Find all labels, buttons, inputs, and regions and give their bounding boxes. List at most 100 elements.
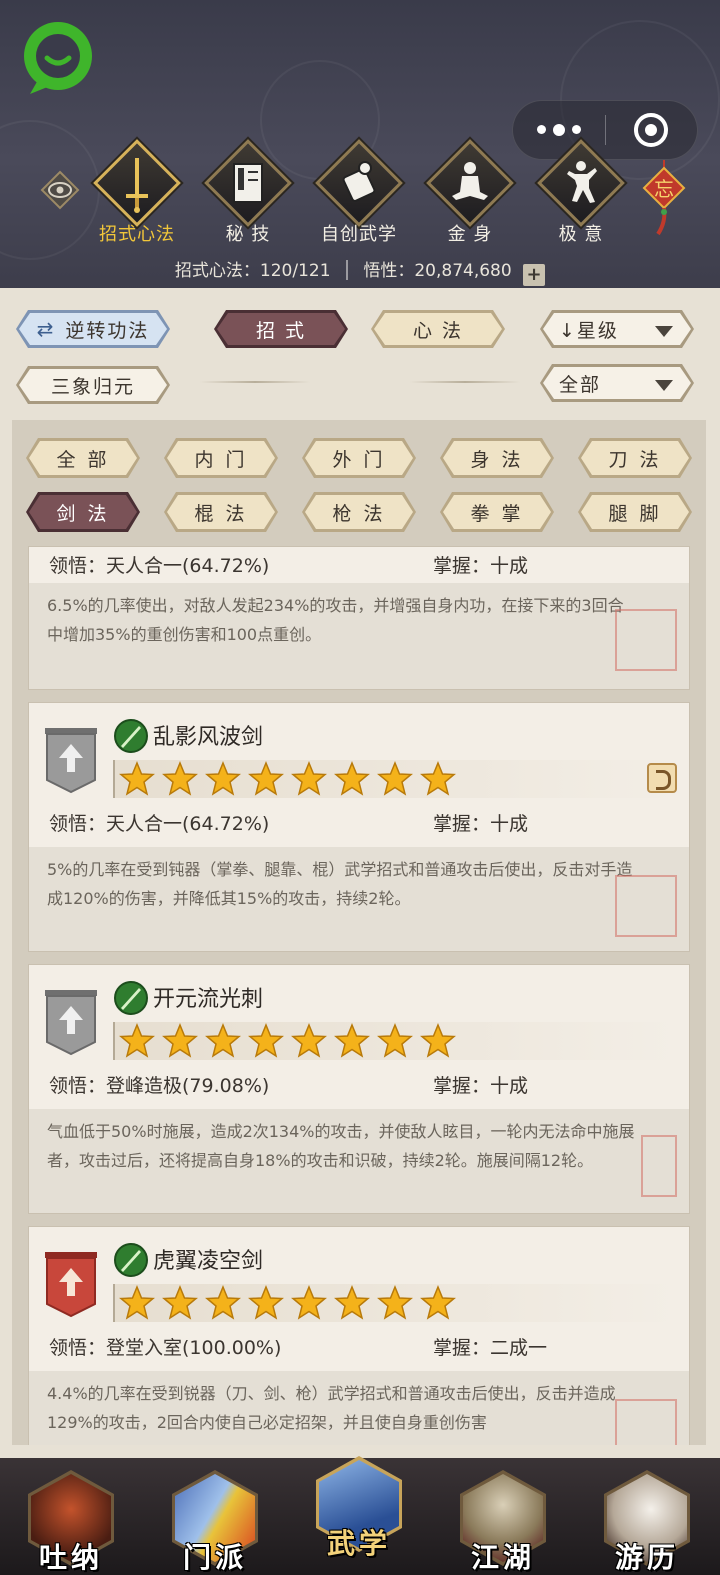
bottom-tab-label: 吐纳 (38, 1541, 103, 1574)
forget-seal-icon[interactable]: 忘 (640, 160, 688, 240)
manual-book-icon (233, 163, 263, 203)
tab-moves[interactable]: 招 式 (214, 310, 348, 348)
nav-tab-ultimate[interactable]: 极 意 (533, 139, 629, 246)
comprehension-label: 领悟： (49, 1075, 107, 1097)
skill-list-area: 全 部内 门外 门身 法刀 法剑 法棍 法枪 法拳 掌腿 脚 领悟：天人合一(6… (12, 420, 706, 1445)
mastery-value: 二成一 (490, 1337, 548, 1359)
insight-label: 悟性： (363, 261, 415, 281)
skill-description: 6.5%的几率使出，对敌人发起234%的攻击，并增强自身内功，在接下来的3回合中… (29, 583, 689, 689)
scroll-icon (342, 161, 376, 202)
star-icon (119, 1023, 155, 1058)
nav-tab-self-created[interactable]: 自创武学 (311, 139, 407, 246)
category-filter[interactable]: 内 门 (164, 438, 278, 478)
tab-moves-face: 招 式 (217, 313, 345, 345)
close-target-icon[interactable] (606, 113, 698, 147)
bottom-tab-breathing[interactable]: 吐纳 (16, 1466, 126, 1575)
star-icon (377, 1023, 413, 1058)
star-icon (291, 761, 327, 796)
skill-card[interactable]: 开元流光刺 领悟：登峰造极(79.08%) 掌握：十成 气血低于50%时施展，造… (28, 964, 690, 1214)
mastery-row: 掌握：十成 (433, 809, 528, 836)
skill-card[interactable]: 虎翼凌空剑 领悟：登堂入室(100.00%) 掌握：二成一 4.4%的几率在受到… (28, 1226, 690, 1445)
sort-dropdown[interactable]: ↓星级 (540, 310, 694, 348)
skill-name: 乱影风波剑 (153, 725, 264, 750)
mastery-row: 掌握：十成 (433, 551, 528, 578)
skill-card[interactable]: 领悟：天人合一(64.72%) 掌握：十成 6.5%的几率使出，对敌人发起234… (28, 546, 690, 690)
bottom-tab-travel[interactable]: 游历 (592, 1466, 702, 1575)
star-icon (162, 761, 198, 796)
bottom-navigation: 吐纳 门派 武学 江湖 游历 (0, 1456, 720, 1575)
category-filter[interactable]: 全 部 (26, 438, 140, 478)
skills-panel: ⇄ 逆转功法 招 式 心 法 ↓星级 三象归元 全部 全 部内 门外 门身 法刀… (0, 288, 720, 1458)
category-filter[interactable]: 拳 掌 (440, 492, 554, 532)
category-label: 棍 法 (167, 495, 275, 529)
nav-tab-moves-mind[interactable]: 招式心法 (89, 139, 185, 246)
mastery-row: 掌握：二成一 (433, 1333, 547, 1360)
star-icon (420, 1023, 456, 1058)
category-label: 枪 法 (305, 495, 413, 529)
sword-type-icon (114, 1243, 148, 1277)
scope-dropdown[interactable]: 全部 (540, 364, 694, 402)
comprehension-row: 领悟：天人合一(64.72%) (49, 551, 269, 578)
decorative-divider (410, 381, 520, 383)
rank-badge-grey-icon (45, 728, 97, 794)
scope-label: 全部 (559, 373, 602, 396)
ear-tag-icon[interactable] (647, 763, 677, 793)
bottom-tab-jianghu[interactable]: 江湖 (448, 1466, 558, 1575)
category-label: 剑 法 (29, 495, 137, 529)
more-menu-icon[interactable] (513, 123, 605, 136)
stats-bar: 招式心法：120/121 悟性：20,874,680 + (0, 256, 720, 286)
sanxiang-button[interactable]: 三象归元 (16, 366, 170, 404)
star-icon (119, 761, 155, 796)
skill-name: 虎翼凌空剑 (153, 1249, 264, 1274)
category-filter[interactable]: 身 法 (440, 438, 554, 478)
nav-tab-label: 极 意 (558, 224, 604, 245)
comprehension-row: 领悟：天人合一(64.72%) (49, 809, 269, 836)
mastery-label: 掌握： (433, 555, 491, 577)
reverse-technique-face: ⇄ 逆转功法 (19, 313, 167, 345)
category-filter[interactable]: 剑 法 (26, 492, 140, 532)
header: 招式心法 秘 技 自创武学 金 身 极 意 忘 招式心法：120/121 悟性：… (0, 0, 720, 290)
nav-tab-secret-skills[interactable]: 秘 技 (200, 139, 296, 246)
category-label: 身 法 (443, 441, 551, 475)
mastery-label: 掌握： (433, 1075, 491, 1097)
star-icon (291, 1023, 327, 1058)
star-icon (119, 1285, 155, 1320)
category-label: 全 部 (29, 441, 137, 475)
star-icon (248, 1023, 284, 1058)
category-filter[interactable]: 刀 法 (578, 438, 692, 478)
reverse-technique-label: 逆转功法 (65, 319, 150, 342)
star-icon (334, 761, 370, 796)
tab-mind-methods[interactable]: 心 法 (371, 310, 505, 348)
reverse-technique-button[interactable]: ⇄ 逆转功法 (16, 310, 170, 348)
star-icon (334, 1023, 370, 1058)
star-icon (162, 1285, 198, 1320)
bottom-tab-martial-arts[interactable]: 武学 (304, 1452, 414, 1564)
comprehension-label: 领悟： (49, 1337, 107, 1359)
bottom-tab-sect[interactable]: 门派 (160, 1466, 270, 1575)
chat-bubble-icon[interactable] (20, 18, 100, 98)
category-filter[interactable]: 棍 法 (164, 492, 278, 532)
decorative-divider (200, 381, 310, 383)
sort-label: ↓星级 (559, 319, 619, 342)
category-label: 拳 掌 (443, 495, 551, 529)
comprehension-row: 领悟：登峰造极(79.08%) (49, 1071, 269, 1098)
add-insight-button[interactable]: + (523, 264, 546, 286)
eye-icon[interactable] (40, 170, 80, 210)
skill-card[interactable]: 乱影风波剑 领悟：天人合一(64.72%) 掌握：十成 5%的几率在受到钝器（掌… (28, 702, 690, 952)
category-label: 外 门 (305, 441, 413, 475)
bottom-tab-label: 江湖 (470, 1541, 535, 1574)
sword-icon (126, 158, 148, 213)
rank-badge-red-icon (45, 1252, 97, 1318)
star-icon (420, 761, 456, 796)
sword-type-icon (114, 981, 148, 1015)
comprehension-value: 登峰造极(79.08%) (106, 1075, 270, 1097)
skill-description: 气血低于50%时施展，造成2次134%的攻击，并使敌人眩目，一轮内无法命中施展者… (29, 1109, 689, 1213)
category-filter[interactable]: 外 门 (302, 438, 416, 478)
category-filter[interactable]: 腿 脚 (578, 492, 692, 532)
mastery-value: 十成 (490, 1075, 529, 1097)
star-icon (291, 1285, 327, 1320)
category-filter[interactable]: 枪 法 (302, 492, 416, 532)
nav-tab-label: 秘 技 (225, 224, 271, 245)
nav-tab-golden-body[interactable]: 金 身 (422, 139, 518, 246)
moves-count-label: 招式心法： (174, 261, 260, 281)
